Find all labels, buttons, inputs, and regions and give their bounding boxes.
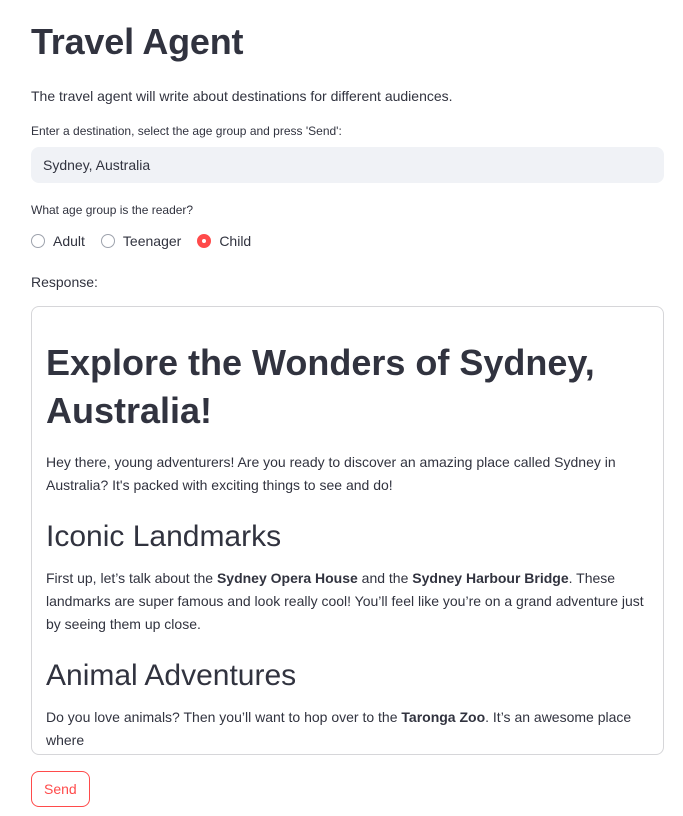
response-section-heading: Animal Adventures xyxy=(46,659,297,692)
bold-text: Sydney Opera House xyxy=(216,570,358,586)
age-group-radio-group: Adult Teenager Child xyxy=(31,231,664,251)
response-section-text: First up, let’s talk about the Sydney Op… xyxy=(46,567,649,636)
response-intro: Hey there, young adventurers! Are you re… xyxy=(46,454,616,493)
age-group-label: What age group is the reader? xyxy=(31,203,194,217)
response-heading: Explore the Wonders of Sydney, Australia… xyxy=(46,342,595,431)
radio-option-adult[interactable]: Adult xyxy=(31,233,85,249)
radio-option-label: Teenager xyxy=(122,233,182,249)
response-section-text: Do you love animals? Then you’ll want to… xyxy=(46,706,649,752)
destination-label: Enter a destination, select the age grou… xyxy=(31,124,342,138)
radio-unchecked-icon[interactable] xyxy=(100,234,115,248)
response-label: Response: xyxy=(31,274,98,290)
response-section-heading: Iconic Landmarks xyxy=(46,520,282,553)
page-title: Travel Agent xyxy=(31,21,244,62)
radio-unchecked-icon[interactable] xyxy=(31,234,45,248)
send-button[interactable]: Send xyxy=(31,771,90,807)
destination-input[interactable] xyxy=(31,147,664,183)
page-description: The travel agent will write about destin… xyxy=(31,88,453,104)
bold-text: Sydney Harbour Bridge xyxy=(412,570,569,586)
radio-checked-icon[interactable] xyxy=(197,234,212,248)
radio-option-label: Adult xyxy=(53,233,85,249)
radio-option-child[interactable]: Child xyxy=(197,233,251,249)
text-run: Do you love animals? Then you’ll want to… xyxy=(46,709,402,725)
app-page: Travel Agent The travel agent will write… xyxy=(0,0,683,816)
text-run: First up, let’s talk about the xyxy=(46,570,217,586)
radio-option-label: Child xyxy=(219,233,252,249)
text-run: and the xyxy=(357,570,413,586)
radio-option-teenager[interactable]: Teenager xyxy=(100,233,182,249)
bold-text: Taronga Zoo xyxy=(401,709,486,725)
response-output-box[interactable]: Explore the Wonders of Sydney, Australia… xyxy=(31,306,664,755)
